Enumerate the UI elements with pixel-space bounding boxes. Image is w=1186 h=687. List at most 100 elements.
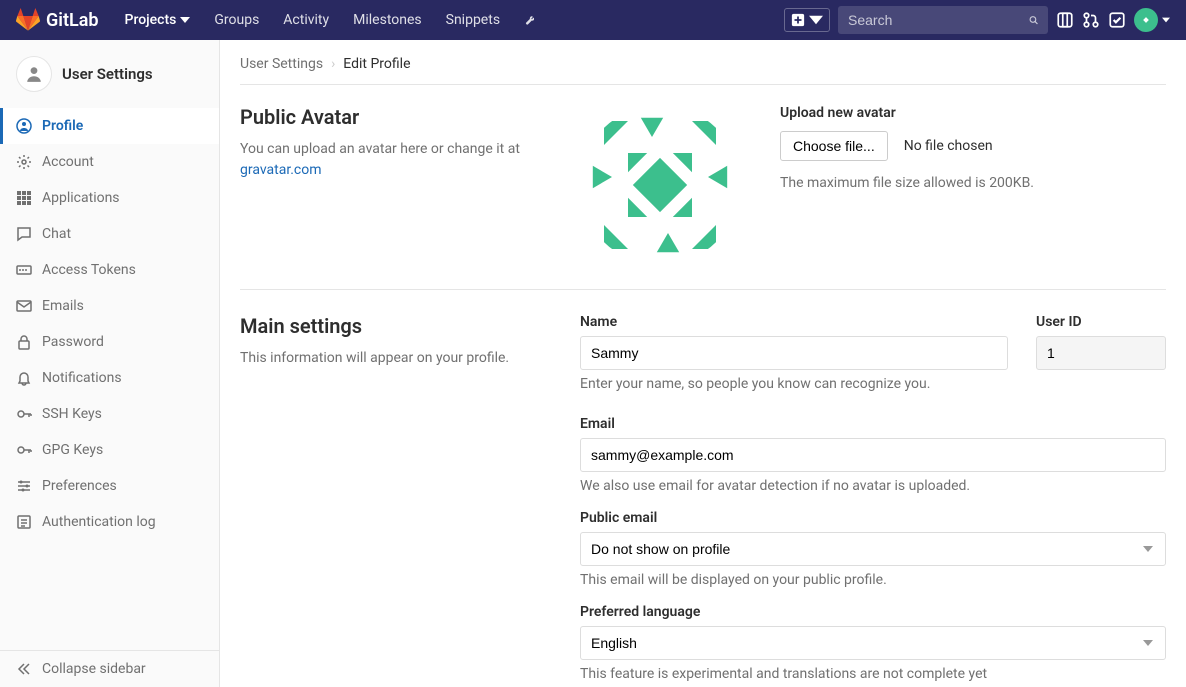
collapse-icon xyxy=(16,661,32,677)
avatar-section-title: Public Avatar xyxy=(240,105,540,129)
brand-name: GitLab xyxy=(46,10,99,31)
plus-icon xyxy=(791,13,805,27)
chevron-down-icon xyxy=(1162,16,1170,24)
sidebar-item-account[interactable]: Account xyxy=(0,144,219,180)
sidebar-item-access-tokens[interactable]: Access Tokens xyxy=(0,252,219,288)
breadcrumb: User Settings › Edit Profile xyxy=(240,56,1166,85)
upload-avatar-title: Upload new avatar xyxy=(780,105,1166,121)
sidebar-item-label: Password xyxy=(42,334,104,350)
wrench-icon xyxy=(524,15,534,25)
sidebar-item-label: SSH Keys xyxy=(42,406,102,422)
sidebar-title: User Settings xyxy=(62,65,153,83)
preferences-icon xyxy=(16,478,32,494)
name-input[interactable] xyxy=(580,336,1008,370)
search-icon xyxy=(1029,12,1038,28)
mail-icon xyxy=(16,298,32,314)
sidebar-item-emails[interactable]: Emails xyxy=(0,288,219,324)
issues-icon[interactable] xyxy=(1056,11,1074,29)
language-hint: This feature is experimental and transla… xyxy=(580,666,1166,682)
sidebar-item-label: Chat xyxy=(42,226,71,242)
email-input[interactable] xyxy=(580,438,1166,472)
user-avatar-small xyxy=(1134,8,1158,32)
userid-label: User ID xyxy=(1036,314,1166,330)
key-icon xyxy=(16,406,32,422)
sidebar-header: User Settings xyxy=(0,40,219,108)
sidebar-item-profile[interactable]: Profile xyxy=(0,108,219,144)
sidebar-items: Profile Account Applications Chat Access… xyxy=(0,108,219,650)
sidebar-item-label: Profile xyxy=(42,118,83,134)
user-icon xyxy=(16,56,52,92)
collapse-sidebar[interactable]: Collapse sidebar xyxy=(0,651,219,687)
avatar-section-desc: You can upload an avatar here or change … xyxy=(240,139,540,181)
name-hint: Enter your name, so people you know can … xyxy=(580,376,1008,392)
email-label: Email xyxy=(580,416,1166,432)
nav-projects[interactable]: Projects xyxy=(115,0,201,40)
collapse-label: Collapse sidebar xyxy=(42,661,146,677)
chevron-down-icon xyxy=(180,15,190,25)
public-email-label: Public email xyxy=(580,510,1166,526)
userid-input xyxy=(1036,336,1166,370)
search-input[interactable] xyxy=(848,12,1029,28)
gravatar-link[interactable]: gravatar.com xyxy=(240,162,322,178)
profile-icon xyxy=(16,118,32,134)
chevron-down-icon xyxy=(809,13,823,27)
new-dropdown[interactable] xyxy=(784,8,830,32)
nav-groups[interactable]: Groups xyxy=(204,0,269,40)
nav-activity[interactable]: Activity xyxy=(273,0,339,40)
sidebar-item-label: Notifications xyxy=(42,370,122,386)
choose-file-button[interactable]: Choose file... xyxy=(780,131,888,161)
sidebar-item-label: Preferences xyxy=(42,478,117,494)
navbar-right xyxy=(784,6,1170,34)
sidebar-item-auth-log[interactable]: Authentication log xyxy=(0,504,219,540)
sidebar: User Settings Profile Account Applicatio… xyxy=(0,40,220,687)
max-size-hint: The maximum file size allowed is 200KB. xyxy=(780,175,1166,191)
sidebar-item-applications[interactable]: Applications xyxy=(0,180,219,216)
nav-snippets[interactable]: Snippets xyxy=(436,0,510,40)
search-box[interactable] xyxy=(838,6,1048,34)
identicon-icon xyxy=(580,105,740,265)
lock-icon xyxy=(16,334,32,350)
applications-icon xyxy=(16,190,32,206)
navbar: GitLab Projects Groups Activity Mileston… xyxy=(0,0,1186,40)
sidebar-item-label: Applications xyxy=(42,190,120,206)
nav-milestones[interactable]: Milestones xyxy=(343,0,432,40)
public-email-hint: This email will be displayed on your pub… xyxy=(580,572,1166,588)
sidebar-item-preferences[interactable]: Preferences xyxy=(0,468,219,504)
avatar-section: Public Avatar You can upload an avatar h… xyxy=(240,105,1166,290)
nav-projects-label: Projects xyxy=(125,12,177,28)
language-select[interactable]: English xyxy=(580,626,1166,660)
chevron-right-icon: › xyxy=(331,56,335,72)
sidebar-item-chat[interactable]: Chat xyxy=(0,216,219,252)
gitlab-logo-icon xyxy=(16,8,40,32)
sidebar-item-label: Authentication log xyxy=(42,514,156,530)
avatar-preview xyxy=(580,105,740,265)
name-label: Name xyxy=(580,314,1008,330)
navbar-left: GitLab Projects Groups Activity Mileston… xyxy=(16,0,544,40)
sidebar-item-notifications[interactable]: Notifications xyxy=(0,360,219,396)
key-icon xyxy=(16,442,32,458)
sidebar-item-label: Account xyxy=(42,154,94,170)
logo[interactable]: GitLab xyxy=(16,8,99,32)
nav-admin[interactable] xyxy=(514,0,544,40)
merge-requests-icon[interactable] xyxy=(1082,11,1100,29)
log-icon xyxy=(16,514,32,530)
breadcrumb-parent[interactable]: User Settings xyxy=(240,56,323,72)
public-email-select[interactable]: Do not show on profile xyxy=(580,532,1166,566)
token-icon xyxy=(16,262,32,278)
breadcrumb-current: Edit Profile xyxy=(343,56,410,72)
file-status: No file chosen xyxy=(904,138,993,154)
sidebar-item-gpg-keys[interactable]: GPG Keys xyxy=(0,432,219,468)
email-hint: We also use email for avatar detection i… xyxy=(580,478,1166,494)
todos-icon[interactable] xyxy=(1108,11,1126,29)
main-settings-desc: This information will appear on your pro… xyxy=(240,348,540,369)
user-menu[interactable] xyxy=(1134,8,1170,32)
language-label: Preferred language xyxy=(580,604,1166,620)
sidebar-item-label: Emails xyxy=(42,298,84,314)
gear-icon xyxy=(16,154,32,170)
sidebar-item-ssh-keys[interactable]: SSH Keys xyxy=(0,396,219,432)
sidebar-item-password[interactable]: Password xyxy=(0,324,219,360)
bell-icon xyxy=(16,370,32,386)
main-content: User Settings › Edit Profile Public Avat… xyxy=(220,40,1186,687)
sidebar-item-label: GPG Keys xyxy=(42,442,103,458)
main-settings-section: Main settings This information will appe… xyxy=(240,314,1166,687)
